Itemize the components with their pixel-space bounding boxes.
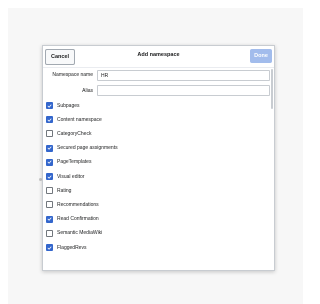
checkbox-checked-icon[interactable]: [46, 215, 53, 223]
option-label: Recommendations: [57, 201, 99, 208]
namespace-name-label: Namespace name: [52, 72, 93, 78]
checkbox-checked-icon[interactable]: [46, 116, 53, 124]
alias-label: Alias: [82, 88, 93, 94]
scrollbar-thumb[interactable]: [271, 69, 273, 109]
done-button[interactable]: Done: [250, 49, 272, 63]
option-content-namespace[interactable]: Content namespace: [46, 114, 102, 125]
checkbox-checked-icon[interactable]: [46, 102, 53, 109]
option-secured-page-assignments[interactable]: Secured page assignments: [46, 143, 118, 154]
option-label: CategoryCheck: [57, 130, 92, 137]
option-visual-editor[interactable]: Visual editor: [46, 171, 84, 182]
option-label: Content namespace: [57, 116, 102, 123]
option-label: Read Confirmation: [57, 216, 99, 223]
checkbox-unchecked-icon[interactable]: [46, 201, 53, 209]
option-label: PageTemplates: [57, 159, 92, 166]
option-label: FlaggedRevs: [57, 244, 87, 251]
option-rating[interactable]: Rating: [46, 185, 71, 196]
option-read-confirmation[interactable]: Read Confirmation: [46, 214, 99, 225]
option-label: Rating: [57, 187, 72, 194]
alias-input[interactable]: [97, 85, 270, 96]
cancel-button[interactable]: Cancel: [45, 49, 75, 65]
checkbox-checked-icon[interactable]: [46, 144, 53, 152]
checkbox-unchecked-icon[interactable]: [46, 229, 53, 237]
option-label: Subpages: [57, 102, 80, 109]
namespace-name-input[interactable]: [97, 70, 270, 81]
checkbox-checked-icon[interactable]: [46, 173, 53, 180]
option-recommendations[interactable]: Recommendations: [46, 199, 99, 210]
option-label: Semantic MediaWiki: [57, 230, 103, 237]
checkbox-unchecked-icon[interactable]: [46, 130, 53, 138]
option-subpages[interactable]: Subpages: [46, 100, 80, 111]
dialog-title: Add namespace: [137, 52, 180, 58]
option-semantic-mediawiki[interactable]: Semantic MediaWiki: [46, 228, 102, 239]
option-flaggedrevs[interactable]: FlaggedRevs: [46, 242, 86, 253]
checkbox-checked-icon[interactable]: [46, 244, 53, 251]
dialog-header: Cancel Add namespace Done: [43, 46, 274, 68]
checkbox-checked-icon[interactable]: [46, 158, 53, 166]
option-pagetemplates[interactable]: PageTemplates: [46, 157, 91, 168]
option-label: Visual editor: [57, 173, 85, 180]
checkbox-unchecked-icon[interactable]: [46, 187, 53, 195]
option-categorycheck[interactable]: CategoryCheck: [46, 128, 91, 139]
option-label: Secured page assignments: [57, 145, 118, 152]
add-namespace-dialog: Cancel Add namespace Done Namespace name…: [42, 45, 275, 271]
